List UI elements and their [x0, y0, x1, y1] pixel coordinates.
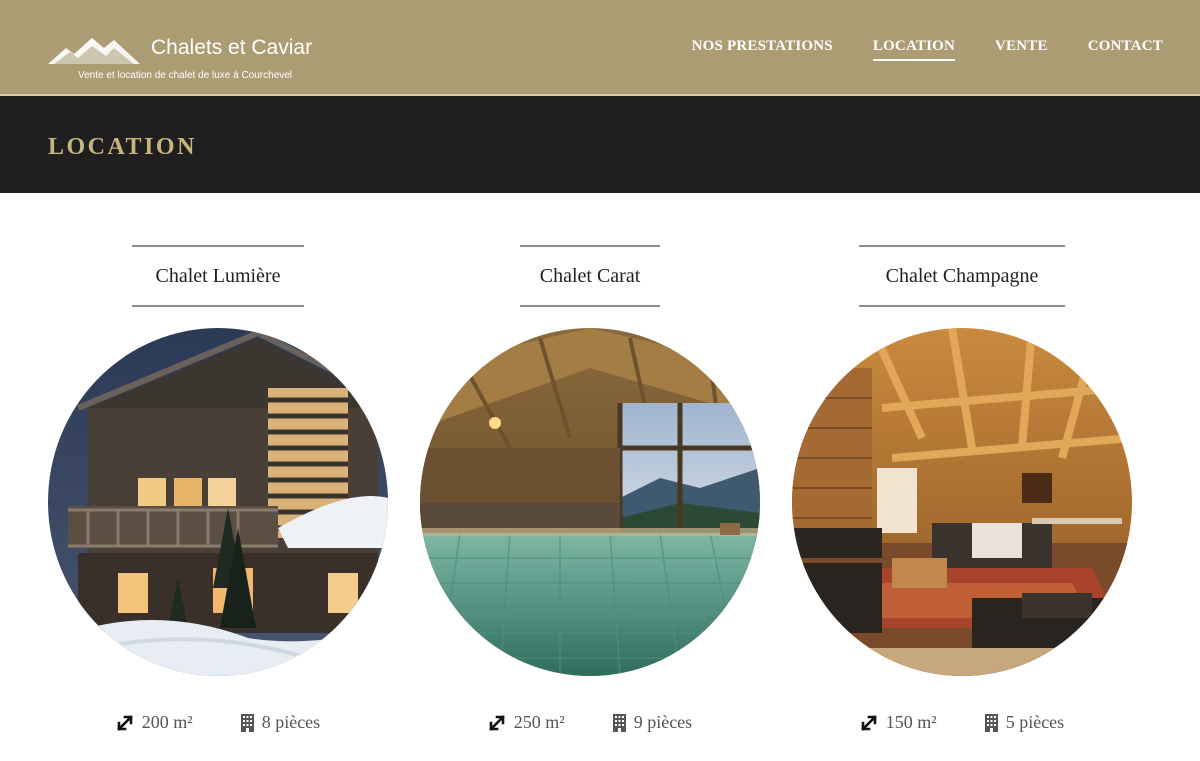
- brand-name: Chalets et Caviar: [151, 36, 313, 59]
- area-spec: 250 m²: [488, 712, 565, 733]
- chalet-title-frame: Chalet Carat: [520, 245, 660, 307]
- mountain-logo-icon: [48, 38, 140, 64]
- resize-arrow-icon: [860, 714, 878, 732]
- nav-nos-prestations[interactable]: NOS PRESTATIONS: [692, 38, 833, 61]
- nav-contact[interactable]: CONTACT: [1088, 38, 1163, 61]
- resize-arrow-icon: [488, 714, 506, 732]
- chalet-photo-living-room[interactable]: [792, 328, 1132, 676]
- chalet-title-frame: Chalet Lumière: [132, 245, 304, 307]
- area-value: 150 m²: [885, 712, 937, 732]
- chalet-card-champagne: Chalet Champagne 150 m² 5 pièces: [792, 245, 1132, 755]
- chalet-title[interactable]: Chalet Carat: [540, 265, 641, 288]
- page-banner: LOCATION: [0, 96, 1200, 193]
- chalet-title-frame: Chalet Champagne: [859, 245, 1065, 307]
- area-spec: 200 m²: [116, 712, 193, 733]
- rooms-value: 5 pièces: [1005, 712, 1065, 732]
- chalet-specs: 200 m² 8 pièces: [48, 712, 388, 733]
- area-spec: 150 m²: [860, 712, 937, 733]
- nav-location[interactable]: LOCATION: [872, 38, 956, 61]
- chalet-card-lumiere: Chalet Lumière 200 m² 8 pièces: [48, 245, 388, 755]
- chalet-specs: 250 m² 9 pièces: [420, 712, 760, 733]
- chalet-title[interactable]: Chalet Lumière: [156, 265, 281, 288]
- main-nav: NOS PRESTATIONS LOCATION VENTE CONTACT: [652, 38, 1163, 61]
- area-value: 250 m²: [513, 712, 565, 732]
- chalet-title[interactable]: Chalet Champagne: [886, 265, 1039, 288]
- building-icon: [612, 713, 626, 732]
- chalet-card-carat: Chalet Carat 250 m² 9 pièces: [420, 245, 760, 755]
- rooms-spec: 9 pièces: [612, 712, 693, 733]
- logo-link[interactable]: Chalets et Caviar Vente et location de c…: [48, 30, 348, 86]
- nav-vente[interactable]: VENTE: [995, 38, 1048, 61]
- site-header: Chalets et Caviar Vente et location de c…: [0, 0, 1200, 96]
- rooms-spec: 8 pièces: [240, 712, 321, 733]
- chalet-photo-exterior[interactable]: [48, 328, 388, 676]
- resize-arrow-icon: [116, 714, 134, 732]
- chalet-photo-pool[interactable]: [420, 328, 760, 676]
- rooms-value: 9 pièces: [633, 712, 693, 732]
- rooms-value: 8 pièces: [261, 712, 321, 732]
- rooms-spec: 5 pièces: [984, 712, 1065, 733]
- page-title: LOCATION: [48, 134, 197, 160]
- brand-tagline: Vente et location de chalet de luxe à Co…: [78, 70, 293, 81]
- building-icon: [240, 713, 254, 732]
- area-value: 200 m²: [141, 712, 193, 732]
- building-icon: [984, 713, 998, 732]
- chalet-specs: 150 m² 5 pièces: [792, 712, 1132, 733]
